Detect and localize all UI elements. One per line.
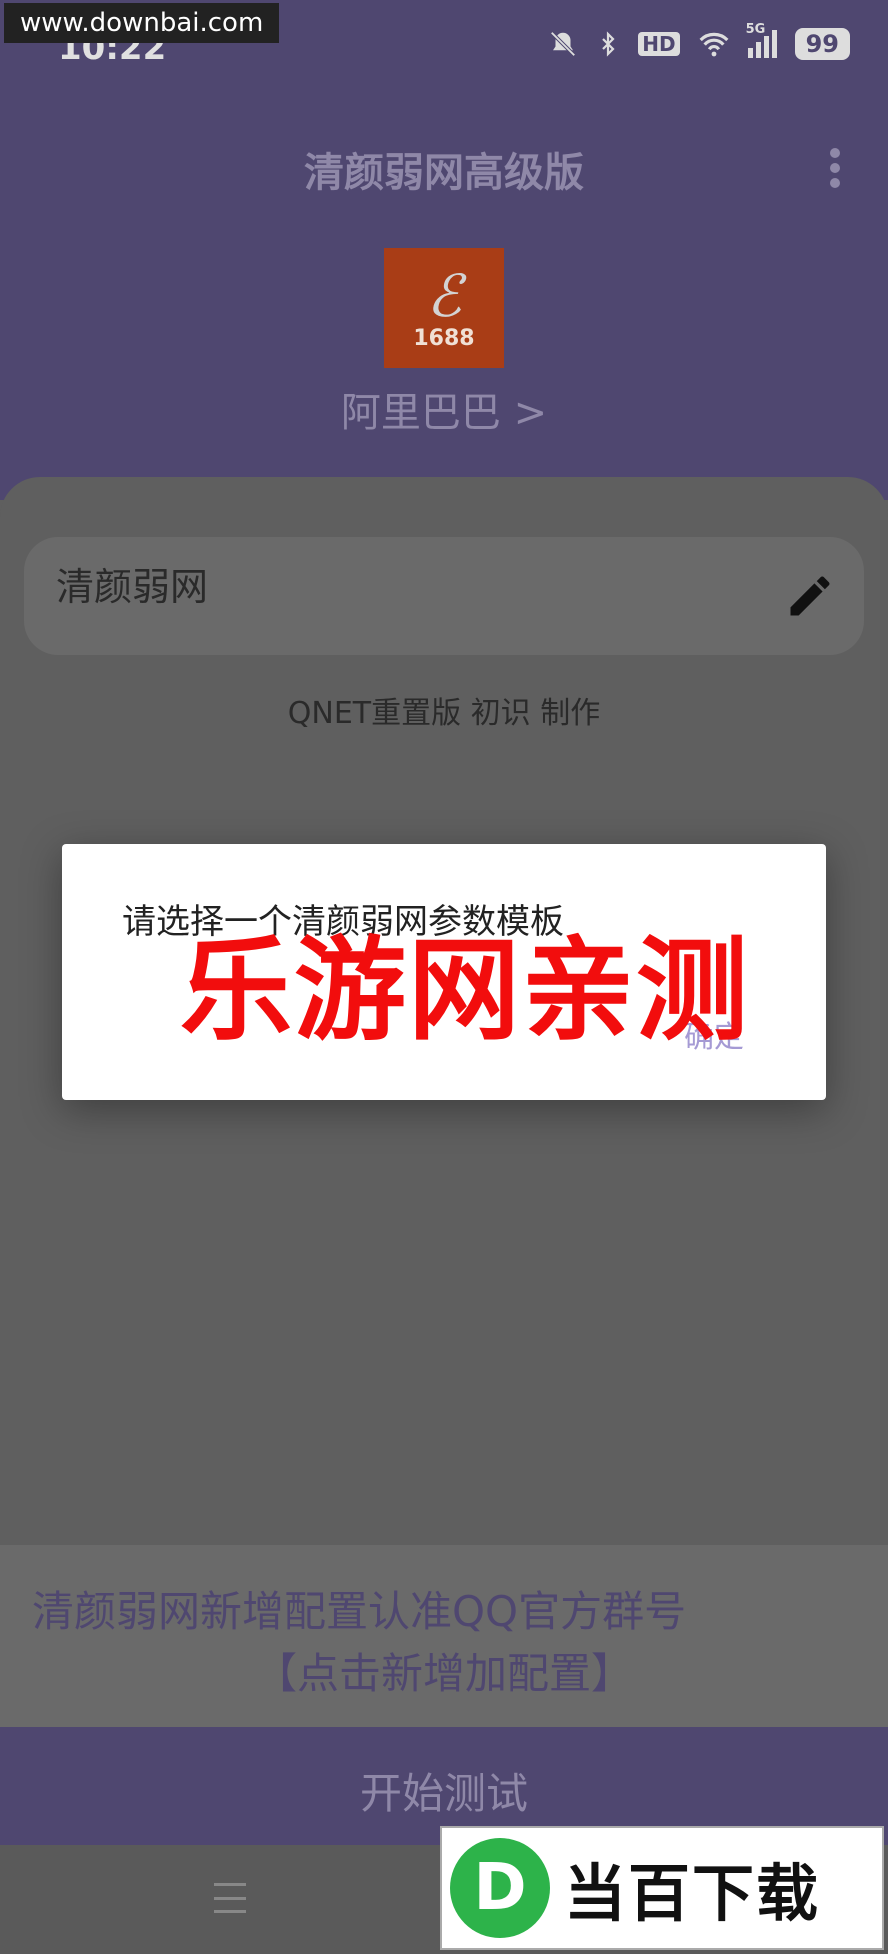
start-test-label: 开始测试 bbox=[359, 1769, 528, 1818]
edit-pencil-icon[interactable] bbox=[784, 570, 836, 622]
dangbai-overlay-logo: D 当百下载 bbox=[440, 1826, 884, 1950]
wifi-icon bbox=[699, 32, 729, 57]
site-watermark: www.downbai.com bbox=[4, 3, 280, 43]
credit-text: QNET重置版 初识 制作 bbox=[287, 696, 601, 731]
alibaba-logo-mark: ℰ bbox=[426, 261, 462, 330]
app-title: 清颜弱网高级版 bbox=[304, 150, 584, 196]
banner-line-1: 清颜弱网新增配置认准QQ官方群号 bbox=[32, 1587, 687, 1636]
network-label: 5G bbox=[745, 22, 766, 37]
dangbai-d-icon: D bbox=[450, 1838, 550, 1938]
dangbai-logo-text: 当百下载 bbox=[564, 1857, 821, 1930]
target-app-icon[interactable]: ℰ 1688 bbox=[384, 248, 504, 368]
add-config-link[interactable]: 【点击新增加配置】 bbox=[0, 1640, 888, 1701]
more-options-icon[interactable] bbox=[830, 148, 840, 188]
battery-indicator: 99 bbox=[794, 28, 850, 60]
bluetooth-icon bbox=[602, 31, 615, 57]
menu-icon[interactable] bbox=[214, 1883, 246, 1913]
red-watermark: 乐游网亲测 bbox=[180, 926, 750, 1056]
signal-icon: 5G bbox=[746, 22, 777, 58]
profile-name: 清颜弱网 bbox=[56, 565, 209, 609]
status-icons: HD 5G 99 bbox=[548, 22, 850, 60]
bell-muted-icon bbox=[550, 31, 576, 57]
app-icon-number: 1688 bbox=[413, 325, 475, 351]
target-app-name[interactable]: 阿里巴巴 > bbox=[0, 380, 888, 438]
hd-badge: HD bbox=[638, 32, 680, 56]
